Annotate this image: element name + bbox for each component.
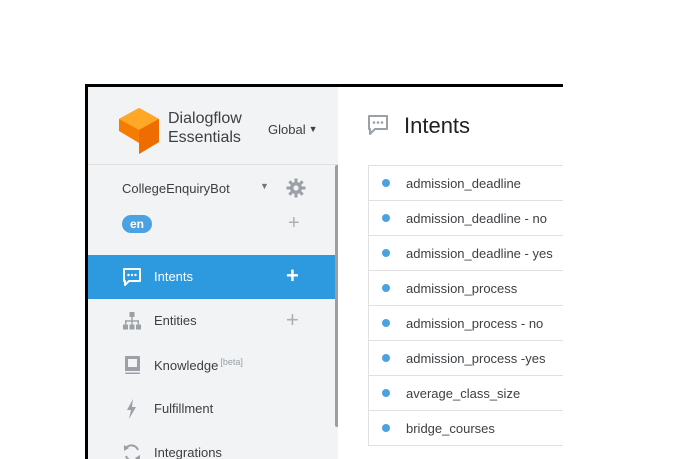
sidebar-item-knowledge[interactable]: Knowledge [beta] [88,343,338,387]
region-label: Global [268,122,306,137]
sync-icon [124,444,140,459]
brand-header: Dialogflow Essentials Global ▼ [88,87,338,163]
add-language-icon[interactable]: + [288,212,300,234]
agent-name: CollegeEnquiryBot [122,181,230,196]
gear-icon[interactable] [286,178,306,198]
status-dot [382,424,390,432]
intent-row[interactable]: admission_deadline [369,166,563,201]
intent-name: admission_deadline [406,176,521,191]
knowledge-label: Knowledge [154,358,219,373]
intent-row[interactable]: admission_process - no [369,306,563,341]
status-dot [382,354,390,362]
add-entity-icon[interactable]: + [286,308,299,332]
dialogflow-logo-icon [119,108,159,154]
book-icon [125,356,140,374]
intent-name: admission_deadline - no [406,211,547,226]
intent-name: admission_deadline - yes [406,246,553,261]
status-dot [382,214,390,222]
divider [88,164,338,165]
main-panel: Intents admission_deadline admission_dea… [338,87,563,459]
lightning-icon [127,399,136,419]
sidebar-item-label: Entities [154,313,197,328]
intent-name: admission_process - no [406,316,544,331]
caret-down-icon[interactable]: ▼ [260,181,269,191]
sidebar-item-intents[interactable]: Intents + [88,255,338,299]
add-intent-icon[interactable]: + [286,264,299,288]
sidebar-item-label: Intents [154,269,194,284]
status-dot [382,249,390,257]
region-selector[interactable]: Global ▼ [268,122,318,137]
sidebar-item-integrations[interactable]: Integrations [88,431,338,459]
product-name: Dialogflow Essentials [168,109,268,147]
sidebar-item-entities[interactable]: Entities + [88,299,338,343]
agent-selector[interactable]: CollegeEnquiryBot ▼ [122,178,322,200]
hierarchy-icon [123,312,141,330]
language-row: en + [122,212,322,234]
status-dot [382,319,390,327]
sidebar-item-label: Integrations [154,445,222,459]
product-name-line1: Dialogflow [168,110,242,127]
intent-row[interactable]: admission_process [369,271,563,306]
intent-row[interactable]: admission_process -yes [369,341,563,376]
language-badge[interactable]: en [122,215,153,233]
intent-row[interactable]: average_class_size [369,376,563,411]
caret-down-icon: ▼ [308,124,318,134]
intent-row[interactable]: bridge_courses [369,411,563,446]
product-name-line2: Essentials [168,129,241,146]
intent-row[interactable]: admission_deadline - yes [369,236,563,271]
intent-row[interactable]: admission_deadline - no [369,201,563,236]
page-header: Intents [338,87,563,164]
sidebar-nav: Intents + Entities + Knowledge [beta] Fu… [88,255,338,459]
sidebar: Dialogflow Essentials Global ▼ CollegeEnq… [88,87,340,459]
intent-name: bridge_courses [406,421,495,436]
beta-badge: [beta] [220,357,243,367]
intent-name: admission_process [406,281,518,296]
status-dot [382,284,390,292]
app-window: Dialogflow Essentials Global ▼ CollegeEnq… [85,84,563,459]
sidebar-item-label: Fulfillment [154,401,214,416]
status-dot [382,179,390,187]
speech-bubble-icon [368,115,388,135]
intent-name: admission_process -yes [406,351,546,366]
intent-name: average_class_size [406,386,521,401]
intent-list: admission_deadline admission_deadline - … [368,165,563,446]
page-title: Intents [404,113,471,138]
status-dot [382,389,390,397]
sidebar-item-fulfillment[interactable]: Fulfillment [88,387,338,431]
sidebar-item-label: Knowledge [beta] [154,357,243,373]
speech-bubble-icon [123,268,141,286]
